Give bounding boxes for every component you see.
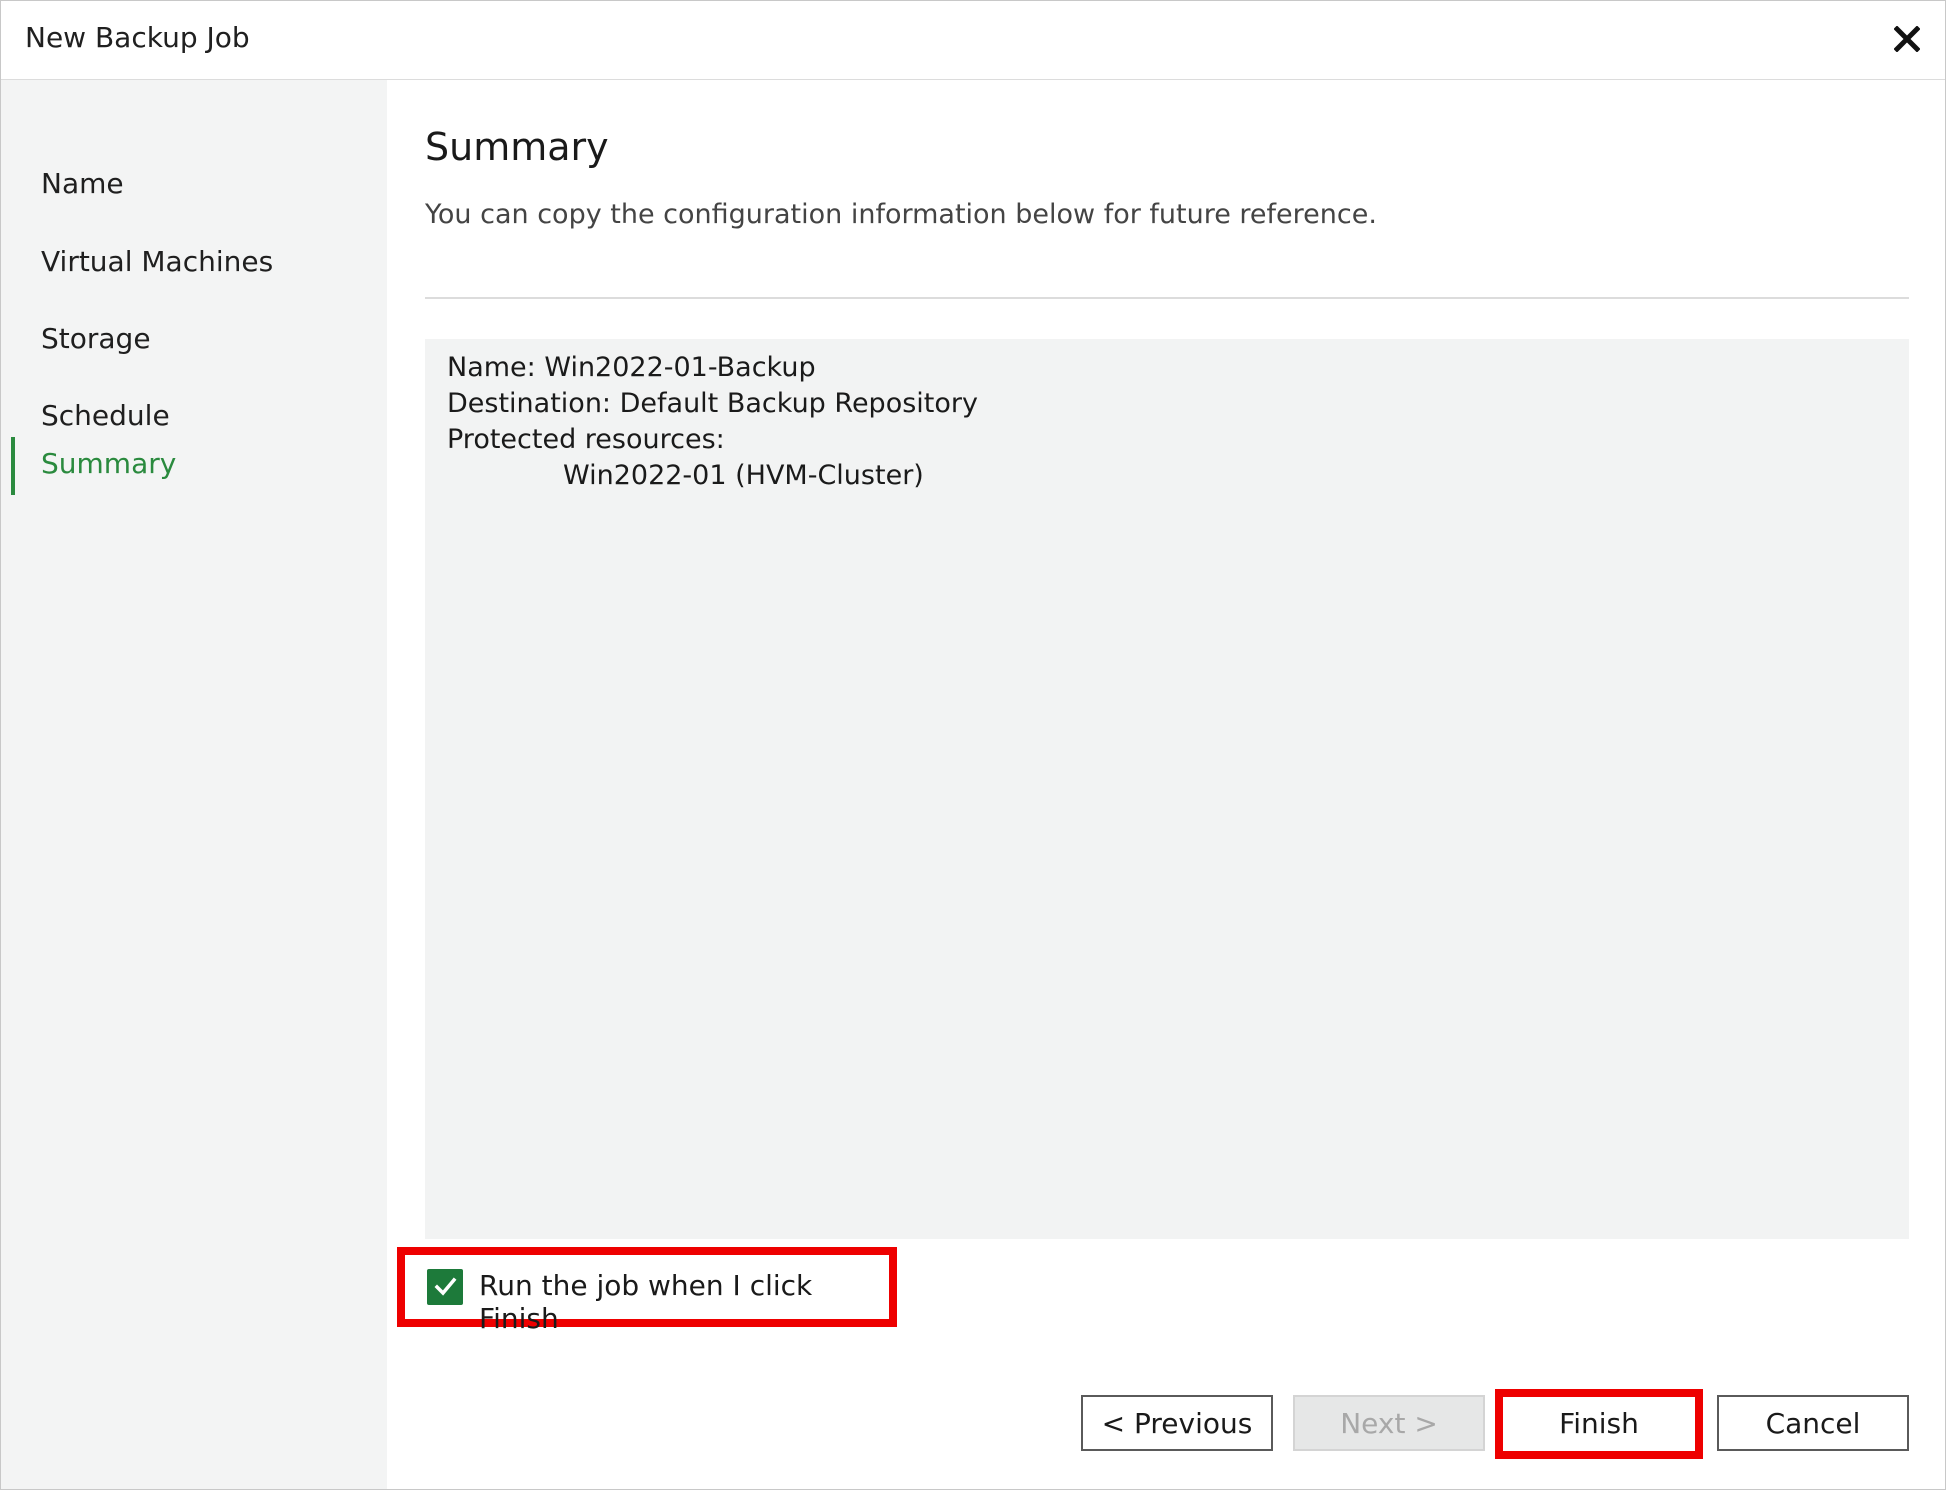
wizard-steps-sidebar: Name Virtual Machines Storage Schedule S…: [1, 80, 387, 1489]
sidebar-item-label: Summary: [41, 447, 177, 480]
next-button: Next >: [1293, 1395, 1485, 1451]
cancel-button[interactable]: Cancel: [1717, 1395, 1909, 1451]
previous-button[interactable]: < Previous: [1081, 1395, 1273, 1451]
close-icon: [1894, 26, 1920, 52]
page-title: Summary: [425, 125, 609, 169]
close-button[interactable]: [1881, 13, 1933, 65]
run-job-checkbox-row[interactable]: Run the job when I click Finish: [397, 1247, 897, 1335]
sidebar-item-label: Storage: [41, 322, 151, 355]
divider: [425, 297, 1909, 299]
summary-line-resource-item: Win2022-01 (HVM-Cluster): [563, 460, 924, 491]
sidebar-item-label: Schedule: [41, 399, 170, 432]
run-job-checkbox-label: Run the job when I click Finish: [479, 1269, 813, 1335]
sidebar-item-label: Name: [41, 167, 124, 200]
run-job-checkbox[interactable]: [427, 1269, 463, 1305]
sidebar-item-label: Virtual Machines: [41, 245, 274, 278]
sidebar-item-name[interactable]: Name: [1, 157, 387, 215]
page-description: You can copy the configuration informati…: [425, 199, 1377, 230]
window-title: New Backup Job: [25, 21, 250, 54]
new-backup-job-dialog: New Backup Job Name Virtual Machines Sto…: [0, 0, 1946, 1490]
finish-button[interactable]: Finish: [1503, 1395, 1695, 1451]
sidebar-item-summary[interactable]: Summary: [1, 437, 387, 495]
checkmark-icon: [434, 1277, 457, 1296]
sidebar-item-virtual-machines[interactable]: Virtual Machines: [1, 235, 387, 293]
summary-line-protected-resources: Protected resources:: [447, 424, 725, 455]
title-bar: New Backup Job: [1, 1, 1945, 80]
summary-line-destination: Destination: Default Backup Repository: [447, 388, 978, 419]
summary-line-name: Name: Win2022-01-Backup: [447, 352, 816, 383]
active-step-indicator: [11, 437, 15, 495]
summary-text-area[interactable]: Name: Win2022-01-Backup Destination: Def…: [425, 339, 1909, 1239]
sidebar-item-storage[interactable]: Storage: [1, 312, 387, 370]
